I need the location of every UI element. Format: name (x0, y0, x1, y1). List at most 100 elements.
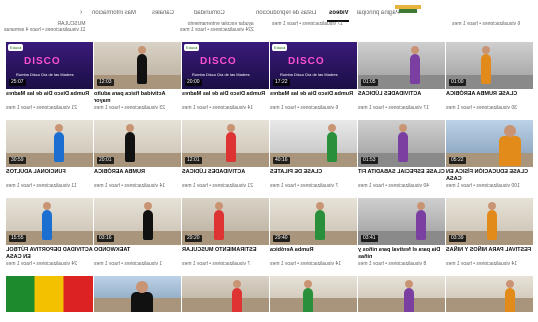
top-row-meta: ayudar escolar entrenamiento 224 visualiz… (180, 21, 254, 33)
video-title[interactable]: ACTIVIDADES LÚDICAS (358, 91, 445, 98)
video-card[interactable]: 20:01 RUMBA AERÓBICA 14 visualizaciones • … (94, 120, 181, 195)
video-card[interactable]: 03:16 TAEKWONDO 1 visualizaciones • hace 1… (94, 198, 181, 273)
person-head (488, 202, 496, 210)
video-card[interactable] (446, 276, 533, 314)
video-thumbnail[interactable] (270, 276, 357, 312)
video-card[interactable]: 12:01 ACTIVIDADES LÚDICAS 21 visualizacion… (182, 120, 269, 195)
video-card[interactable]: 01:53 CLASE ESPECIAL SABADITA FIT 40 visua… (358, 120, 445, 195)
video-meta: 6 visualizaciones • hace 1 mes (270, 105, 339, 111)
person-figure (143, 210, 153, 240)
video-thumbnail[interactable]: 20:01 (94, 120, 181, 167)
video-card[interactable]: Educa DISCO Rumba Disco Día de las Madres 1… (270, 42, 357, 117)
chevron-right-icon[interactable]: › (80, 9, 82, 16)
video-meta: 14 visualizaciones • hace 1 mes (94, 183, 165, 189)
poster-headline: DISCO (200, 56, 237, 67)
video-meta: 23 visualizaciones • hace 1 mes (94, 105, 165, 111)
person-figure (303, 288, 313, 312)
video-title[interactable]: FUNCIONAL ADULTOS (6, 169, 93, 176)
video-title[interactable]: ESTIRAMIENTO MUSCULAR (182, 247, 269, 254)
person-head (233, 280, 241, 288)
tab-community[interactable]: Comunidad (194, 10, 225, 16)
video-title[interactable]: CLASE DE PILATES (270, 169, 357, 176)
video-thumbnail[interactable]: 29:40 (270, 198, 357, 245)
person-figure (131, 292, 153, 312)
video-card[interactable] (182, 276, 269, 314)
video-card[interactable]: 15:55 ACTIVIDAD DEPORTIVA FÚTBOL EN CASA 2… (6, 198, 93, 273)
video-card[interactable]: 12:03 Actividad física para adulto mayor 2… (94, 42, 181, 117)
video-card[interactable]: 03:41 Día para el festival para niños y n… (358, 198, 445, 273)
video-card[interactable] (358, 276, 445, 314)
video-thumbnail[interactable]: 30:59 (6, 120, 93, 167)
video-meta: 21 visualizaciones • hace 1 mes (182, 183, 253, 189)
video-title[interactable]: TAEKWONDO (94, 247, 181, 254)
video-card[interactable]: 01:05 ACTIVIDADES LÚDICAS 17 visualizacion… (358, 42, 445, 117)
video-card[interactable]: 29:20 ESTIRAMIENTO MUSCULAR 7 visualizacio… (182, 198, 269, 273)
video-thumbnail[interactable]: 01:00 (446, 42, 533, 89)
video-title[interactable]: CLASE ESPECIAL SABADITA FIT (358, 169, 445, 176)
video-thumbnail[interactable]: Educa DISCO Rumba Disco Día de las Madres 2… (182, 42, 269, 89)
video-thumbnail[interactable]: 12:03 (94, 42, 181, 89)
video-thumbnail[interactable] (446, 276, 533, 312)
video-thumbnail[interactable]: 03:39 (446, 198, 533, 245)
video-title[interactable]: Rumba Disco Día de las Madres (270, 91, 357, 98)
person-figure (54, 132, 64, 162)
video-title[interactable]: Rumba Disco Día de las Madres (6, 91, 93, 98)
video-duration: 20:00 (185, 79, 202, 86)
video-thumbnail[interactable] (358, 276, 445, 312)
video-meta: 7 visualizaciones • hace 1 mes (182, 261, 251, 267)
video-thumbnail[interactable] (182, 276, 269, 312)
video-title[interactable]: Día para el festival para niños y niñas (358, 247, 445, 260)
tab-channels[interactable]: Canales (152, 10, 174, 16)
video-duration: 12:01 (185, 157, 202, 164)
video-meta: 7 visualizaciones • hace 1 mes (270, 183, 339, 189)
video-title[interactable]: FESTIVAL PARA NIÑOS Y NIÑAS (446, 247, 533, 254)
video-card[interactable] (6, 276, 93, 314)
video-title[interactable]: Rumba Disco Día de las Madres (182, 91, 269, 98)
video-thumbnail[interactable]: 01:53 (358, 120, 445, 167)
video-title[interactable]: Actividad física para adulto mayor (94, 91, 181, 104)
video-thumbnail[interactable] (94, 276, 181, 312)
video-card[interactable]: 30:59 FUNCIONAL ADULTOS 11 visualizaciones… (6, 120, 93, 195)
person-figure (137, 54, 147, 84)
video-card[interactable] (94, 276, 181, 314)
video-card[interactable]: 29:40 Rumba Aeróbica 14 visualizaciones • … (270, 198, 357, 273)
video-title[interactable]: CLASE RUMBA AERÓBICA (446, 91, 533, 98)
video-thumbnail[interactable]: 29:20 (182, 198, 269, 245)
tab-more-info[interactable]: Más información (92, 10, 136, 16)
tab-videos[interactable]: Videos (329, 10, 349, 16)
video-meta: 8 visualizaciones • hace 1 mes (358, 261, 427, 267)
video-card[interactable] (270, 276, 357, 314)
video-thumbnail[interactable]: 05:22 (446, 120, 533, 167)
video-card[interactable]: 01:00 CLASE RUMBA AERÓBICA 30 visualizacio… (446, 42, 533, 117)
video-thumbnail[interactable]: 03:41 (358, 198, 445, 245)
tab-playlists[interactable]: Listas de reproducción (256, 10, 316, 16)
person-figure (42, 210, 52, 240)
video-title[interactable]: RUMBA AERÓBICA (94, 169, 181, 176)
video-thumbnail[interactable] (6, 276, 93, 312)
person-head (55, 124, 63, 132)
video-card[interactable]: 03:39 FESTIVAL PARA NIÑOS Y NIÑAS 14 visua… (446, 198, 533, 273)
person-head (399, 124, 407, 132)
video-thumbnail[interactable]: 03:16 (94, 198, 181, 245)
video-thumbnail[interactable]: 15:55 (6, 198, 93, 245)
video-duration: 03:16 (97, 235, 114, 242)
video-title[interactable]: CLASE EDUCACIÓN FÍSICA EN CASA (446, 169, 533, 182)
video-thumbnail[interactable]: Educa DISCO Rumba Disco Día de las Madres 1… (270, 42, 357, 89)
video-meta: 14 visualizaciones • hace 1 mes (270, 261, 341, 267)
video-title[interactable]: Rumba Aeróbica (270, 247, 357, 254)
video-card[interactable]: Educa DISCO Rumba Disco Día de las Madres 2… (6, 42, 93, 117)
video-thumbnail[interactable]: 40:16 (270, 120, 357, 167)
video-thumbnail[interactable]: 12:01 (182, 120, 269, 167)
video-card[interactable]: 05:22 CLASE EDUCACIÓN FÍSICA EN CASA 100 v… (446, 120, 533, 195)
person-head (43, 202, 51, 210)
video-thumbnail[interactable]: 01:05 (358, 42, 445, 89)
video-card[interactable]: Educa DISCO Rumba Disco Día de las Madres 2… (182, 42, 269, 117)
video-card[interactable]: 40:16 CLASE DE PILATES 7 visualizaciones •… (270, 120, 357, 195)
person-head (328, 124, 336, 132)
video-thumbnail[interactable]: Educa DISCO Rumba Disco Día de las Madres 2… (6, 42, 93, 89)
video-title[interactable]: ACTIVIDAD DEPORTIVA FÚTBOL EN CASA (6, 247, 93, 260)
video-duration: 29:20 (185, 235, 202, 242)
video-duration: 17:22 (273, 79, 290, 86)
tab-home[interactable]: Página principal (357, 10, 400, 16)
video-title[interactable]: ACTIVIDADES LÚDICAS (182, 169, 269, 176)
